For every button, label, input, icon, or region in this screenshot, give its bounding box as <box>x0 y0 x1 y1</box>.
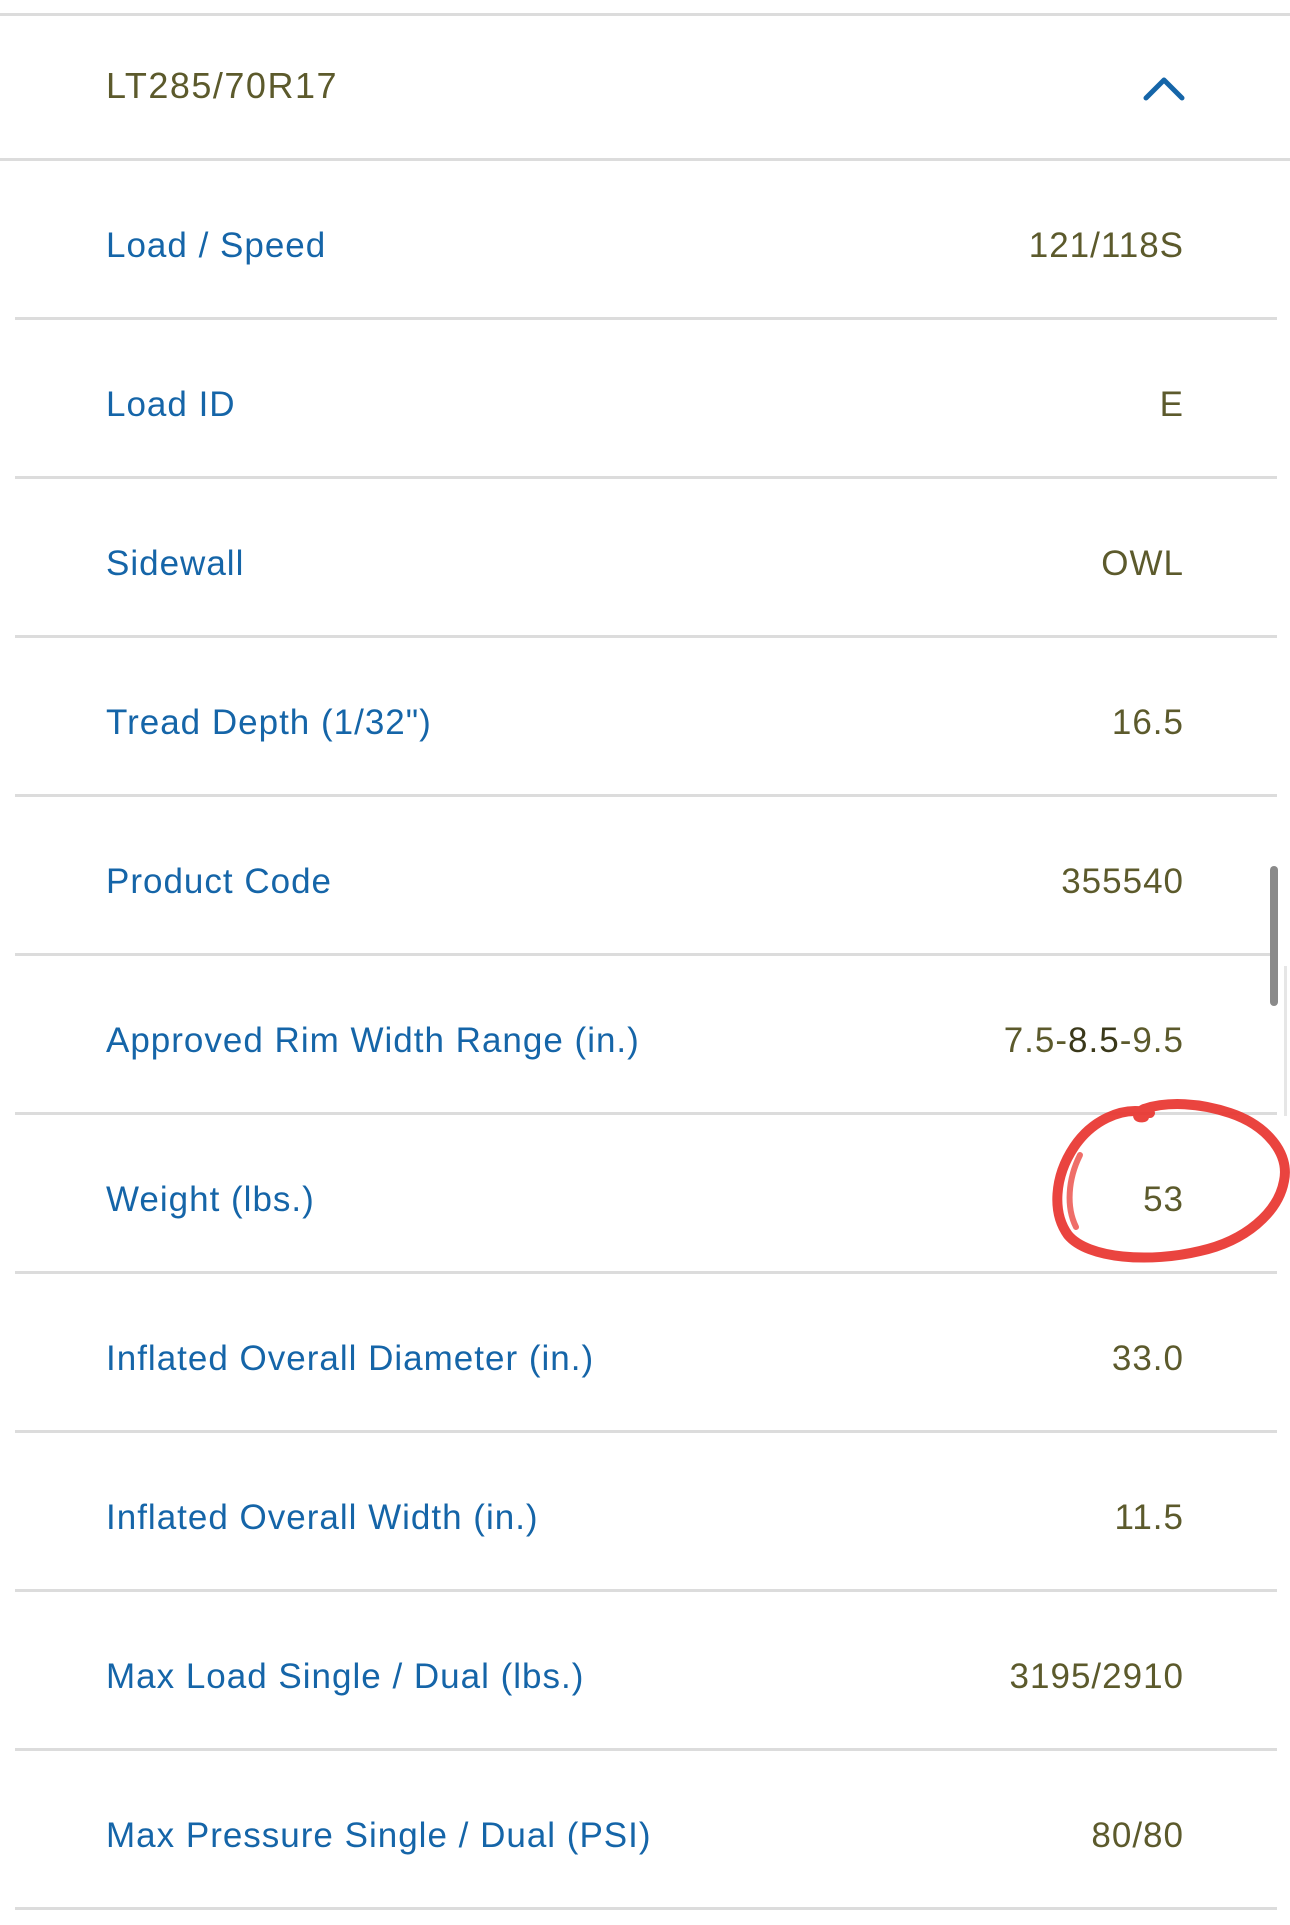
chevron-up-icon[interactable] <box>1142 72 1186 102</box>
spec-row-rim-width: Approved Rim Width Range (in.) 7.5-8.5-9… <box>0 956 1290 1115</box>
spec-row-product-code: Product Code 355540 <box>0 797 1290 956</box>
spec-label: Max Load Single / Dual (lbs.) <box>106 1657 585 1696</box>
spec-label: Load ID <box>106 385 236 424</box>
spec-row-overall-diameter: Inflated Overall Diameter (in.) 33.0 <box>0 1274 1290 1433</box>
spec-label: Max Pressure Single / Dual (PSI) <box>106 1816 652 1855</box>
spec-row-tread-depth: Tread Depth (1/32") 16.5 <box>0 638 1290 797</box>
spec-row-sidewall: Sidewall OWL <box>0 479 1290 638</box>
tire-size-accordion-header[interactable]: LT285/70R17 <box>0 16 1290 158</box>
spec-value: 80/80 <box>1091 1816 1184 1855</box>
spec-label: Product Code <box>106 862 333 901</box>
spec-row-max-pressure: Max Pressure Single / Dual (PSI) 80/80 <box>0 1751 1290 1910</box>
spec-row-overall-width: Inflated Overall Width (in.) 11.5 <box>0 1433 1290 1592</box>
spec-row-weight: Weight (lbs.) 53 <box>0 1115 1290 1274</box>
spec-label: Load / Speed <box>106 226 327 265</box>
scrollbar-track[interactable] <box>1284 966 1287 1116</box>
spec-row-load-id: Load ID E <box>0 320 1290 479</box>
spec-list: Load / Speed 121/118S Load ID E Sidewall… <box>0 161 1290 1910</box>
rim-width-measuring: 8.5 <box>1068 1021 1120 1060</box>
spec-value: E <box>1159 385 1184 424</box>
spec-label: Weight (lbs.) <box>106 1180 315 1219</box>
scrollbar-thumb[interactable] <box>1270 866 1278 1006</box>
spec-value: 3195/2910 <box>1009 1657 1184 1696</box>
spec-value: 33.0 <box>1111 1339 1184 1378</box>
spec-value: 11.5 <box>1114 1498 1184 1537</box>
row-divider <box>15 1907 1277 1910</box>
spec-value: OWL <box>1101 544 1184 583</box>
tire-size-title: LT285/70R17 <box>106 65 338 106</box>
spec-row-load-speed: Load / Speed 121/118S <box>0 161 1290 320</box>
spec-label: Tread Depth (1/32") <box>106 703 432 742</box>
spec-label: Approved Rim Width Range (in.) <box>106 1021 640 1060</box>
spec-label: Inflated Overall Width (in.) <box>106 1498 539 1537</box>
rim-width-min: 7.5- <box>1003 1021 1069 1060</box>
spec-label: Inflated Overall Diameter (in.) <box>106 1339 595 1378</box>
spec-row-max-load: Max Load Single / Dual (lbs.) 3195/2910 <box>0 1592 1290 1751</box>
spec-value: 53 <box>1143 1180 1184 1219</box>
spec-value: 355540 <box>1061 862 1184 901</box>
rim-width-max: -9.5 <box>1119 1021 1184 1060</box>
spec-value: 7.5-8.5-9.5 <box>1004 1021 1184 1061</box>
spec-value: 16.5 <box>1111 703 1184 742</box>
spec-value: 121/118S <box>1028 226 1184 265</box>
spec-label: Sidewall <box>106 544 245 583</box>
